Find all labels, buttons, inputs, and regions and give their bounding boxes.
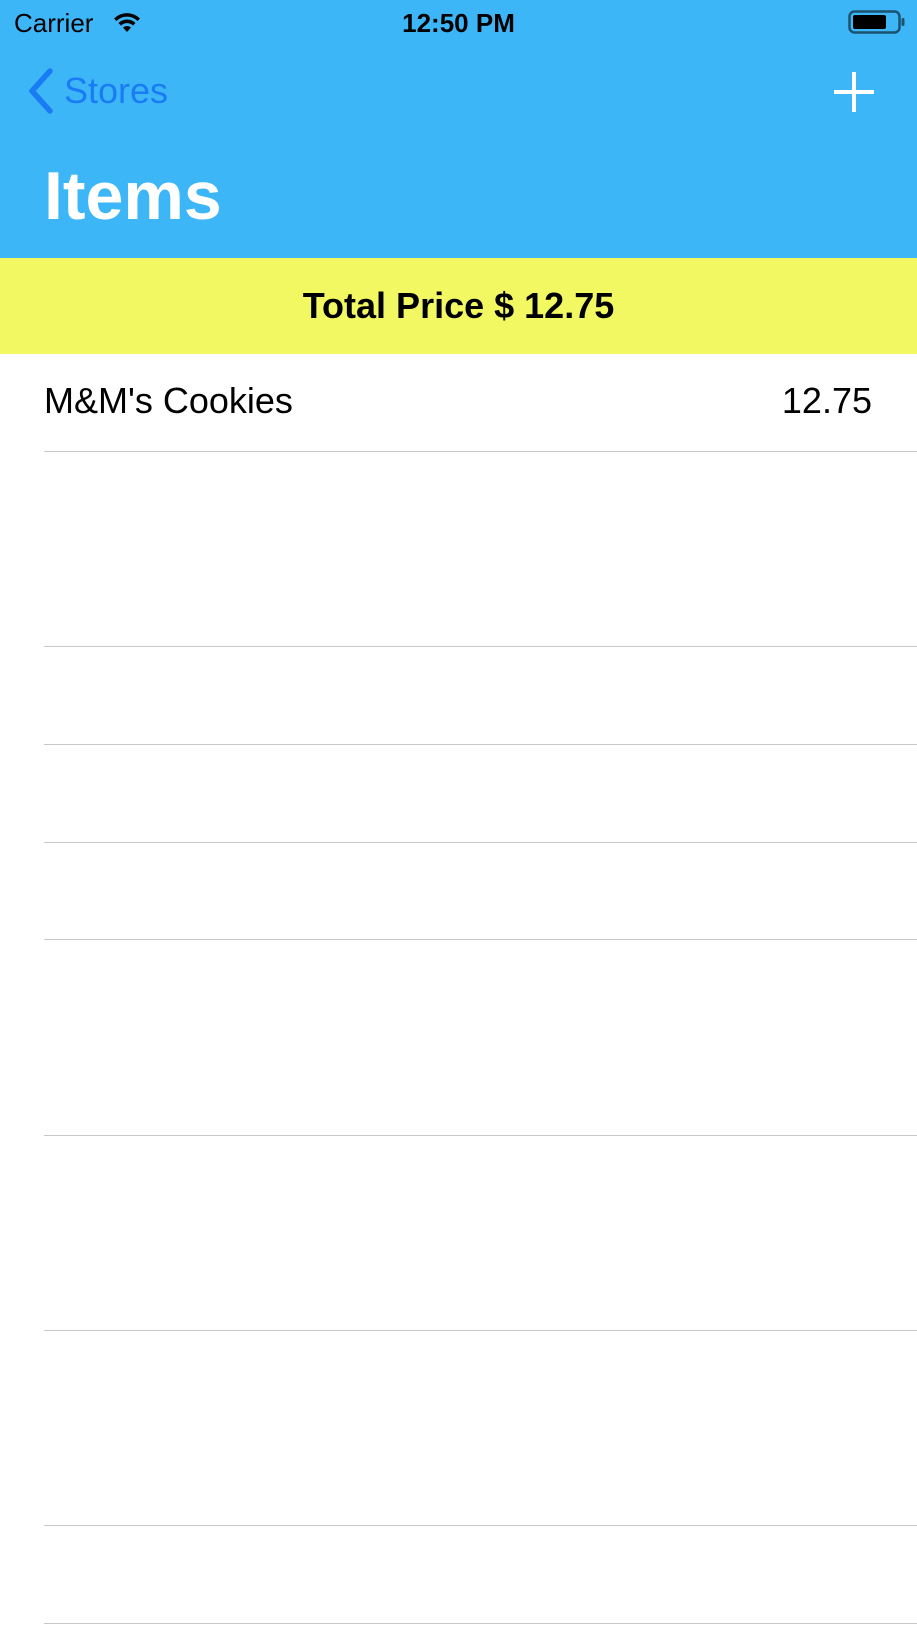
- status-time: 12:50 PM: [402, 8, 515, 38]
- item-price: 12.75: [781, 380, 872, 421]
- back-button[interactable]: Stores: [26, 66, 168, 116]
- empty-row: [0, 452, 917, 647]
- nav-bar: Stores: [0, 44, 917, 144]
- empty-row: [0, 647, 917, 745]
- item-name: M&M's Cookies: [44, 380, 293, 421]
- empty-row: [0, 843, 917, 940]
- plus-icon[interactable]: [832, 70, 876, 114]
- status-bar: Carrier 12:50 PM: [0, 0, 917, 44]
- empty-row: [0, 1526, 917, 1624]
- screen: Carrier 12:50 PM Stores Items Total Pric…: [0, 0, 917, 1630]
- navigation-header: Carrier 12:50 PM Stores Items: [0, 0, 917, 258]
- back-button-label: Stores: [64, 70, 169, 111]
- empty-row: [0, 745, 917, 843]
- empty-row: [0, 1331, 917, 1526]
- empty-row: [0, 1136, 917, 1331]
- total-price-label: Total Price $ 12.75: [302, 285, 615, 326]
- total-price-banner: Total Price $ 12.75: [0, 258, 917, 354]
- empty-row: [0, 940, 917, 1136]
- table-row[interactable]: M&M's Cookies 12.75: [0, 354, 917, 452]
- items-table[interactable]: M&M's Cookies 12.75: [0, 354, 917, 1624]
- battery-icon: [848, 10, 905, 34]
- page-title: Items: [44, 158, 222, 234]
- row-separator: [44, 1623, 917, 1624]
- chevron-left-icon: [29, 68, 53, 114]
